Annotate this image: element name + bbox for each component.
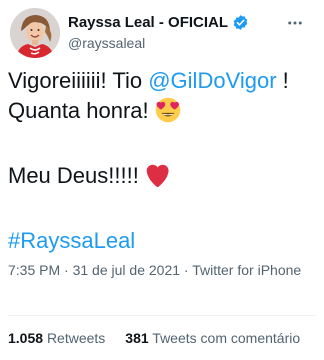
quotes-count: 381 (125, 330, 149, 346)
user-handle[interactable]: @rayssaleal (68, 35, 249, 51)
meta-separator: · (180, 262, 193, 278)
tweet-line-3-text: Meu Deus!!!!! (8, 163, 145, 188)
tweet-line-3: Meu Deus!!!!! (8, 161, 318, 196)
meta-separator: · (60, 262, 73, 278)
display-name-row: Rayssa Leal - OFICIAL (68, 12, 249, 32)
tweet-meta: 7:35 PM · 31 de jul de 2021 · Twitter fo… (8, 260, 318, 281)
tweet-date[interactable]: 31 de jul de 2021 (73, 262, 180, 278)
tweet-line-4: #RayssaLeal (8, 226, 318, 256)
tweet-line-1-suffix: ! (276, 68, 289, 93)
retweets-stat[interactable]: 1.058 Retweets (8, 330, 105, 346)
retweets-count: 1.058 (8, 330, 44, 346)
tweet-line-2: Quanta honra! (8, 96, 318, 131)
tweet-stats: 1.058 Retweets 381 Tweets com comentário (8, 330, 320, 346)
heart-eyes-icon (155, 97, 181, 131)
tweet-time[interactable]: 7:35 PM (8, 262, 60, 278)
tweet-line-1-text: Vigoreiiiiii! Tio (8, 68, 149, 93)
quotes-stat[interactable]: 381 Tweets com comentário (125, 330, 300, 346)
verified-badge-icon (232, 14, 249, 31)
more-options-icon[interactable] (282, 10, 308, 36)
mention-link[interactable]: @GilDoVigor (148, 68, 276, 93)
red-heart-icon (145, 164, 171, 196)
avatar[interactable] (10, 8, 60, 58)
tweet-card: Rayssa Leal - OFICIAL @rayssaleal Vigore… (0, 0, 324, 360)
hashtag-link[interactable]: #RayssaLeal (8, 228, 135, 253)
quotes-label: Tweets com comentário (152, 330, 301, 346)
tweet-line-2-text: Quanta honra! (8, 98, 155, 123)
display-name[interactable]: Rayssa Leal - OFICIAL (68, 14, 228, 31)
retweets-label: Retweets (46, 330, 106, 346)
divider (8, 315, 316, 316)
tweet-text: Vigoreiiiiii! Tio @GilDoVigor ! Quanta h… (8, 66, 318, 256)
tweet-line-1: Vigoreiiiiii! Tio @GilDoVigor ! (8, 66, 318, 96)
tweet-source[interactable]: Twitter for iPhone (192, 262, 301, 278)
author-block: Rayssa Leal - OFICIAL @rayssaleal (68, 12, 249, 51)
